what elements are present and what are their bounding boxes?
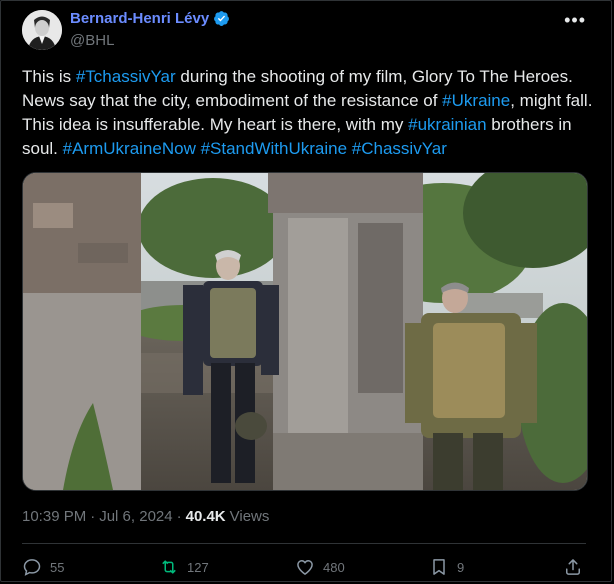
reply-button[interactable]: 55: [22, 557, 64, 577]
repost-button[interactable]: 127: [159, 557, 209, 577]
like-button[interactable]: 480: [295, 557, 345, 577]
repost-count: 127: [187, 559, 209, 575]
hashtag-link[interactable]: #StandWithUkraine: [201, 139, 347, 158]
hashtag-link[interactable]: #ukrainian: [408, 115, 486, 134]
author-handle[interactable]: @BHL: [70, 32, 114, 49]
tweet-photo[interactable]: [22, 172, 588, 491]
bookmark-button[interactable]: 9: [429, 557, 464, 577]
tweet-card: Bernard-Henri Lévy @BHL ••• This is #Tch…: [0, 0, 612, 582]
views-label: Views: [229, 508, 270, 525]
more-icon[interactable]: •••: [564, 11, 586, 29]
reply-icon: [23, 559, 41, 576]
share-icon: [566, 559, 580, 575]
author-name-row: Bernard-Henri Lévy: [70, 10, 230, 27]
tweet-time[interactable]: 10:39 PM: [22, 508, 86, 525]
hashtag-link[interactable]: #Ukraine: [442, 91, 510, 110]
hashtag-link[interactable]: #TchassivYar: [76, 67, 176, 86]
bookmark-count: 9: [457, 559, 465, 575]
reply-count: 55: [50, 559, 65, 575]
hashtag-link[interactable]: #ChassivYar: [352, 139, 447, 158]
views-count: 40.4K: [185, 508, 226, 525]
action-bar: 55 127 480 9: [22, 557, 588, 579]
tweet-date[interactable]: Jul 6, 2024: [99, 508, 172, 525]
author-display-name[interactable]: Bernard-Henri Lévy: [70, 10, 209, 27]
like-count: 480: [323, 559, 345, 575]
verified-badge-icon: [214, 11, 230, 26]
like-icon: [297, 559, 313, 575]
bookmark-icon: [433, 559, 445, 575]
meta-separator-2: ·: [176, 508, 182, 525]
tweet-meta: 10:39 PM · Jul 6, 2024 · 40.4K Views: [22, 508, 269, 525]
hashtag-link[interactable]: #ArmUkraineNow: [63, 139, 196, 158]
divider: [22, 543, 586, 544]
tweet-text: This is #TchassivYar during the shooting…: [22, 65, 597, 161]
tweet-text-segment: This is: [22, 67, 76, 86]
avatar[interactable]: [22, 10, 62, 50]
share-button[interactable]: [563, 557, 583, 577]
meta-separator: ·: [90, 508, 96, 525]
repost-icon: [162, 560, 176, 574]
